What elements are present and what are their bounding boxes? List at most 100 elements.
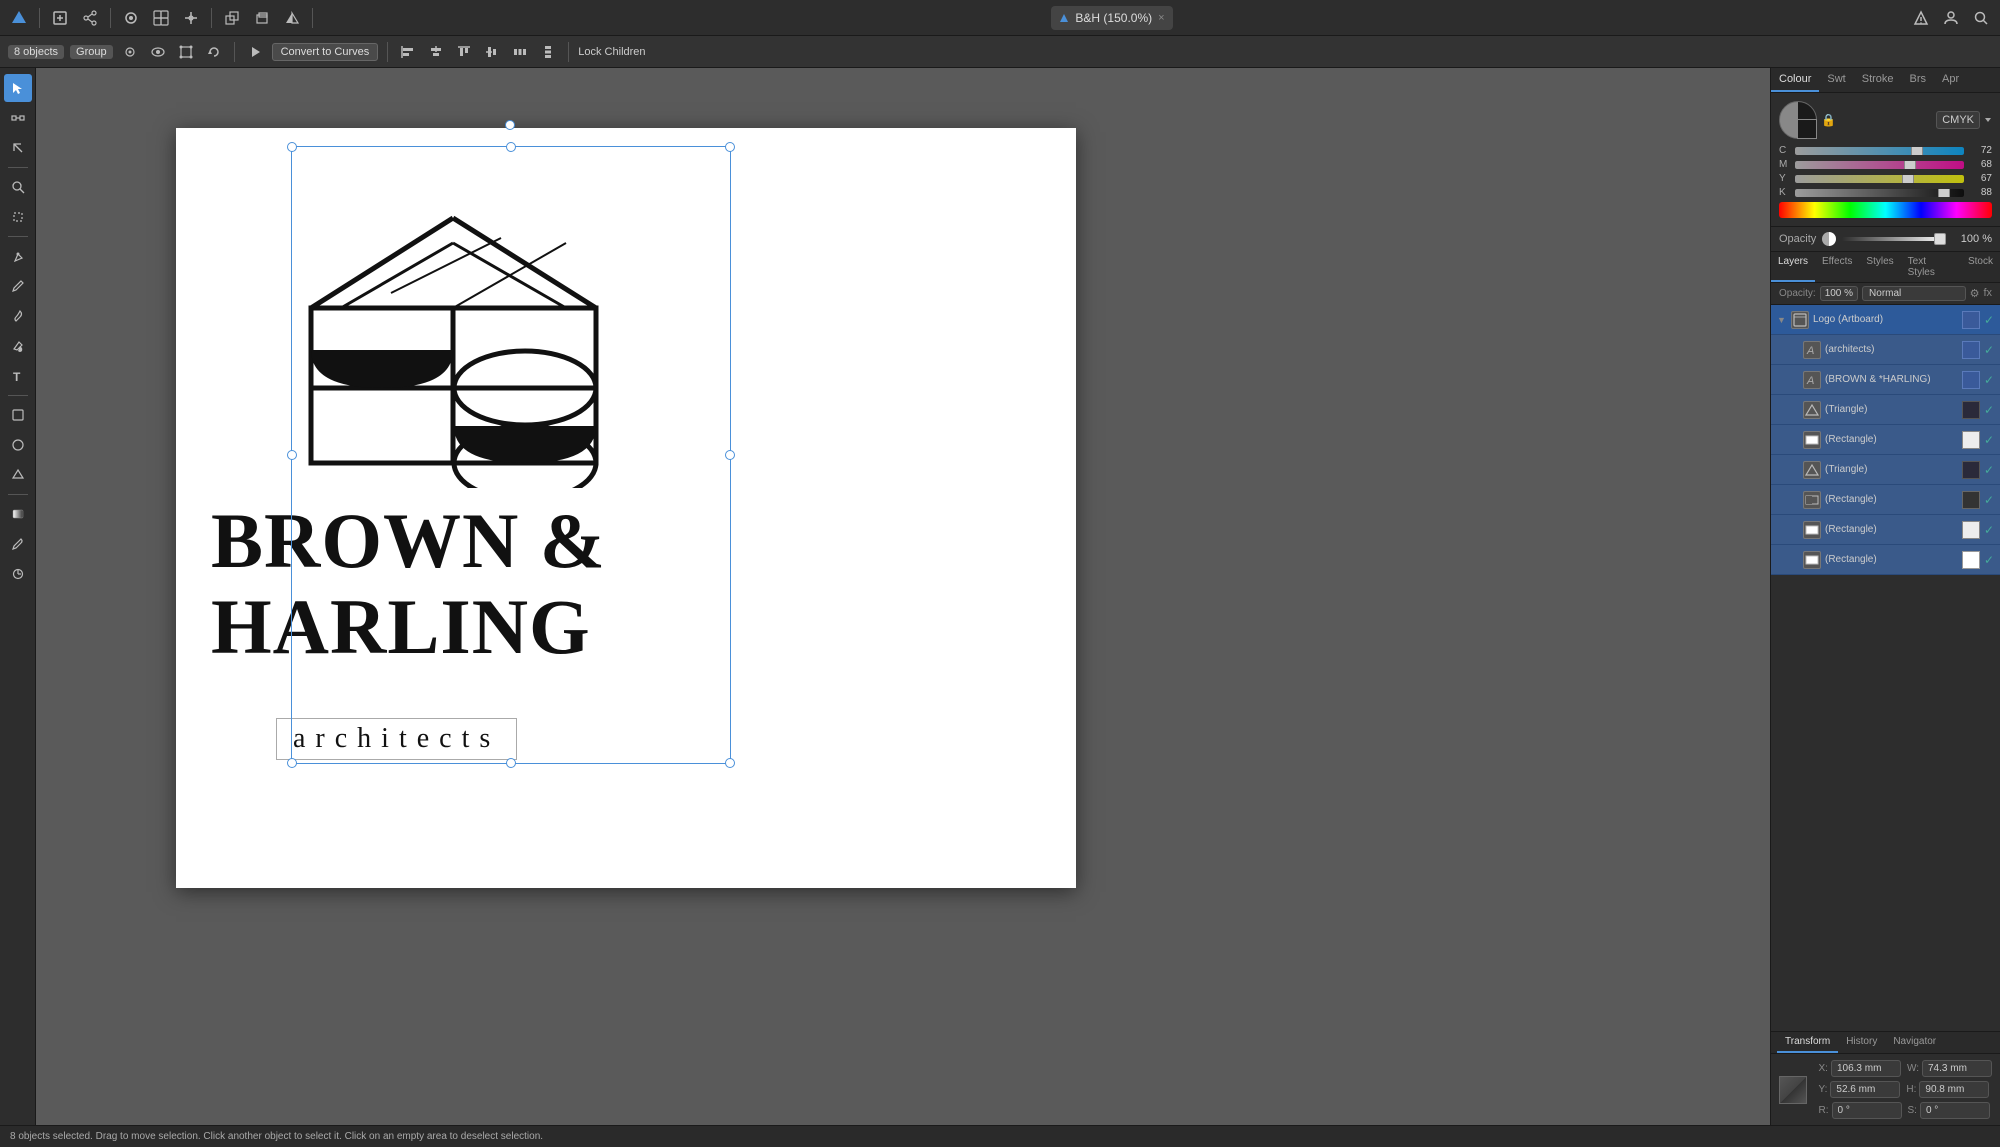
x-input[interactable] [1831, 1060, 1901, 1077]
eyedropper-tool[interactable] [4, 530, 32, 558]
tab-layers[interactable]: Layers [1771, 252, 1815, 282]
tab-apr[interactable]: Apr [1934, 68, 1967, 92]
polygon-tool[interactable] [4, 461, 32, 489]
fill-tool[interactable] [4, 332, 32, 360]
document-title-box[interactable]: B&H (150.0%) × [1051, 6, 1172, 30]
warning-icon[interactable] [1908, 5, 1934, 31]
layer-visibility-check[interactable]: ✓ [1984, 523, 1994, 537]
tab-effects[interactable]: Effects [1815, 252, 1859, 282]
m-bar[interactable] [1795, 161, 1964, 169]
r-input[interactable] [1832, 1102, 1902, 1119]
tab-transform[interactable]: Transform [1777, 1032, 1838, 1053]
node-icon[interactable] [119, 41, 141, 63]
layers-gear-icon[interactable]: ⚙ [1970, 287, 1980, 300]
layer-item[interactable]: (Rectangle) ✓ [1771, 545, 2000, 575]
grid-icon[interactable] [178, 5, 204, 31]
y-bar[interactable] [1795, 175, 1964, 183]
transform-icon[interactable] [175, 41, 197, 63]
text-tool[interactable]: T [4, 362, 32, 390]
layer-visibility-check[interactable]: ✓ [1984, 433, 1994, 447]
zoom-icon[interactable] [148, 5, 174, 31]
gradient-tool[interactable] [4, 500, 32, 528]
flip-icon[interactable] [279, 5, 305, 31]
layers-opacity-value[interactable]: 100 % [1820, 286, 1858, 301]
align-left-icon[interactable] [397, 41, 419, 63]
tab-stroke[interactable]: Stroke [1854, 68, 1902, 92]
color-mode-label[interactable]: CMYK [1936, 111, 1980, 129]
crop-tool[interactable] [4, 203, 32, 231]
status-text: 8 objects selected. Drag to move selecti… [10, 1131, 543, 1142]
layer-item[interactable]: ▼ Logo (Artboard) ✓ [1771, 305, 2000, 335]
node-tool[interactable] [4, 104, 32, 132]
c-bar[interactable] [1795, 147, 1964, 155]
h-input[interactable] [1919, 1081, 1989, 1098]
search-icon[interactable] [1968, 5, 1994, 31]
measure-tool[interactable] [4, 560, 32, 588]
zoom-tool[interactable] [4, 173, 32, 201]
tab-brs[interactable]: Brs [1902, 68, 1935, 92]
app-icon-affinity[interactable] [6, 5, 32, 31]
share-icon[interactable] [77, 5, 103, 31]
opacity-slider[interactable] [1842, 237, 1946, 241]
tab-history[interactable]: History [1838, 1032, 1885, 1053]
layer-visibility-check[interactable]: ✓ [1984, 463, 1994, 477]
layers-fx-icon[interactable]: fx [1983, 287, 1992, 300]
layer-item[interactable]: (Rectangle) ✓ [1771, 485, 2000, 515]
layer-visibility-check[interactable]: ✓ [1984, 343, 1994, 357]
tab-colour[interactable]: Colour [1771, 68, 1819, 92]
person-icon[interactable] [1938, 5, 1964, 31]
convert-curves-btn[interactable]: Convert to Curves [272, 43, 379, 61]
k-bar[interactable] [1795, 189, 1964, 197]
transform-tool[interactable] [4, 134, 32, 162]
layer-item[interactable]: (Rectangle) ✓ [1771, 425, 2000, 455]
visibility-icon[interactable] [147, 41, 169, 63]
align-top-icon[interactable] [453, 41, 475, 63]
y-input[interactable] [1830, 1081, 1900, 1098]
layers-mode-select[interactable]: Normal [1862, 286, 1966, 301]
spectrum-bar[interactable] [1779, 202, 1992, 218]
layer-item[interactable]: A (architects) ✓ [1771, 335, 2000, 365]
c-thumb[interactable] [1911, 147, 1923, 155]
align-distribute-icon[interactable] [509, 41, 531, 63]
layer-item[interactable]: (Triangle) ✓ [1771, 395, 2000, 425]
align-distribute-v-icon[interactable] [537, 41, 559, 63]
layer-item[interactable]: A (BROWN & *HARLING) ✓ [1771, 365, 2000, 395]
align-center-v-icon[interactable] [481, 41, 503, 63]
layer-visibility-check[interactable]: ✓ [1984, 313, 1994, 327]
layer-item[interactable]: (Triangle) ✓ [1771, 455, 2000, 485]
layer-visibility-check[interactable]: ✓ [1984, 373, 1994, 387]
align-center-h-icon[interactable] [425, 41, 447, 63]
pencil-tool[interactable] [4, 272, 32, 300]
opacity-thumb[interactable] [1934, 233, 1946, 245]
s-input[interactable] [1920, 1102, 1990, 1119]
view-icon[interactable] [118, 5, 144, 31]
rotate-icon[interactable] [203, 41, 225, 63]
w-input[interactable] [1922, 1060, 1992, 1077]
k-thumb[interactable] [1938, 189, 1950, 197]
arrange-icon-2[interactable] [249, 5, 275, 31]
layer-visibility-check[interactable]: ✓ [1984, 403, 1994, 417]
close-tab-icon[interactable]: × [1158, 12, 1164, 24]
y-thumb[interactable] [1902, 175, 1914, 183]
brush-tool[interactable] [4, 302, 32, 330]
arrange-icon-1[interactable] [219, 5, 245, 31]
tab-navigator[interactable]: Navigator [1885, 1032, 1944, 1053]
color-lock-icon[interactable]: 🔒 [1821, 113, 1836, 127]
tab-stock[interactable]: Stock [1961, 252, 2000, 282]
tab-styles[interactable]: Styles [1859, 252, 1900, 282]
play-icon[interactable] [244, 41, 266, 63]
select-tool[interactable] [4, 74, 32, 102]
new-doc-icon[interactable] [47, 5, 73, 31]
tab-text-styles[interactable]: Text Styles [1901, 252, 1961, 282]
color-swatch-outer[interactable] [1779, 101, 1817, 139]
m-thumb[interactable] [1904, 161, 1916, 169]
layer-visibility-check[interactable]: ✓ [1984, 553, 1994, 567]
canvas-area[interactable]: BROWN & HARLING architects [36, 68, 1770, 1125]
ellipse-tool[interactable] [4, 431, 32, 459]
rotation-handle[interactable] [505, 120, 515, 130]
pen-tool[interactable] [4, 242, 32, 270]
shape-tool[interactable] [4, 401, 32, 429]
layer-visibility-check[interactable]: ✓ [1984, 493, 1994, 507]
layer-item[interactable]: (Rectangle) ✓ [1771, 515, 2000, 545]
tab-swt[interactable]: Swt [1819, 68, 1853, 92]
